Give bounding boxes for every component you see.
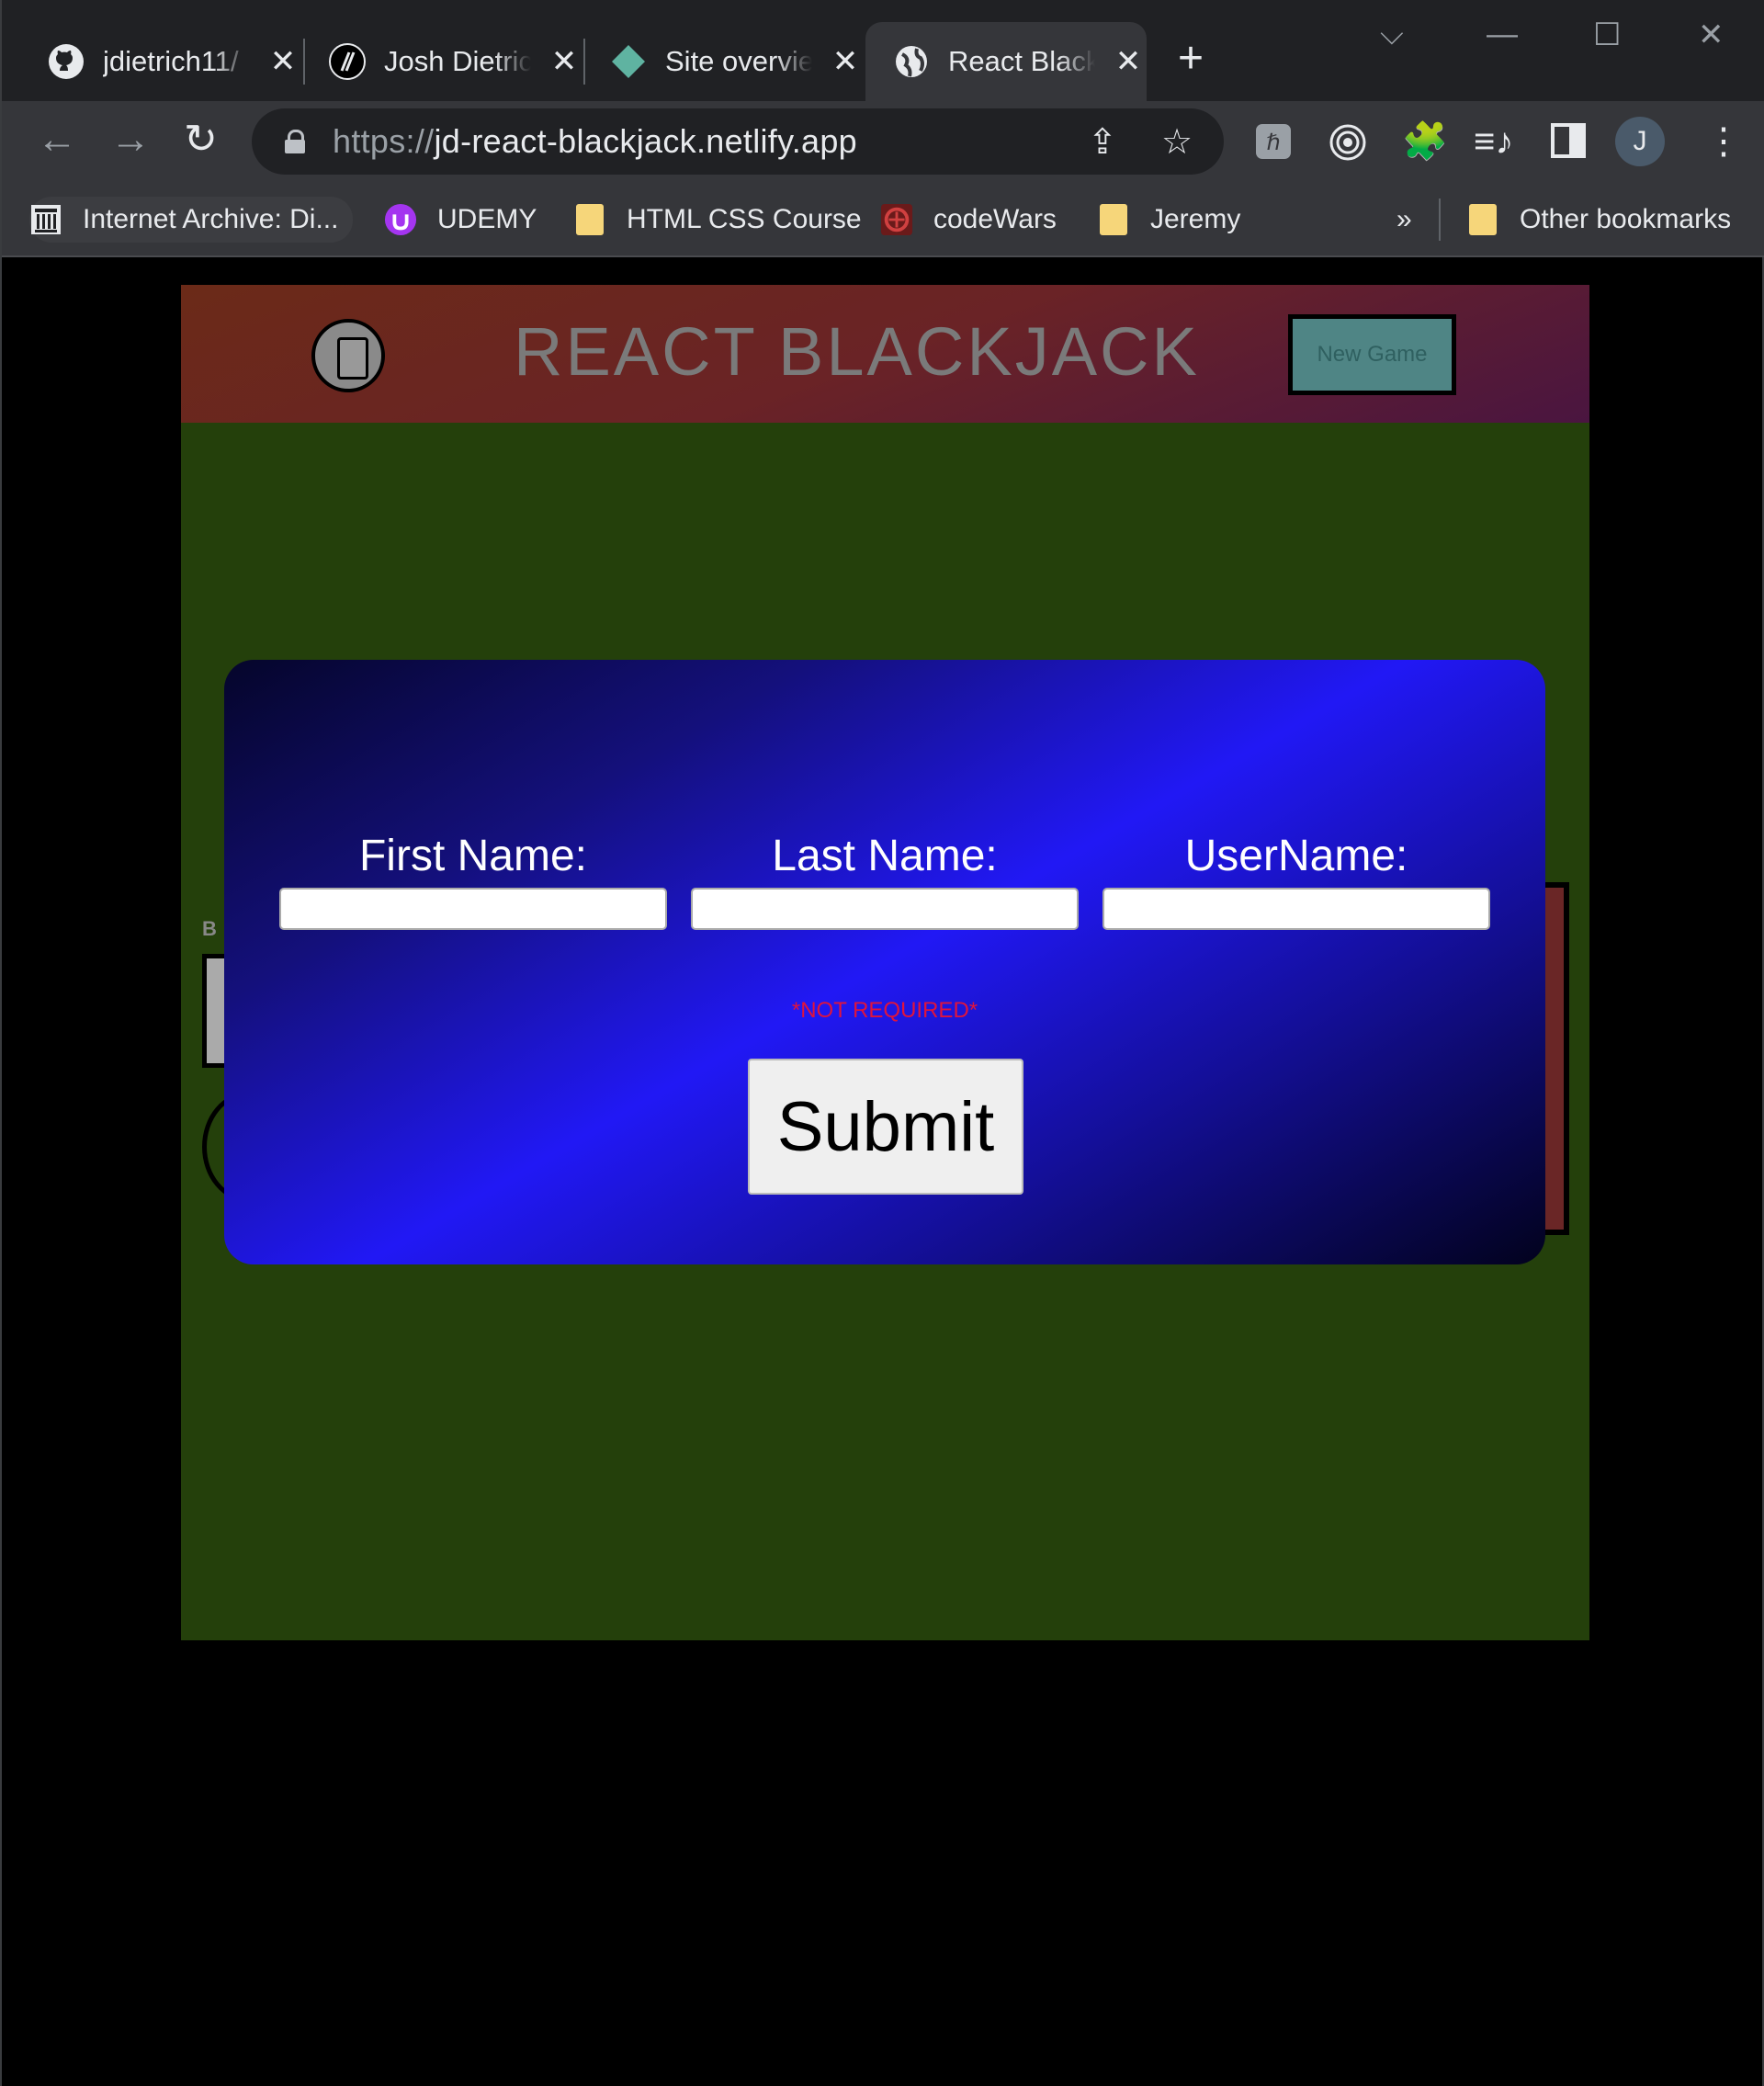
github-icon — [48, 43, 85, 80]
reload-icon[interactable]: ↻ — [184, 119, 218, 160]
back-icon[interactable]: ← — [37, 119, 77, 160]
tab-portfolio[interactable]: Josh Dietrich ✕ — [283, 22, 586, 101]
folder-icon — [573, 203, 606, 236]
tab-strip: jdietrich11/ ✕ Josh Dietrich ✕ Site over… — [2, 0, 1764, 101]
username-group: UserName: — [1102, 831, 1490, 930]
tab-search-icon[interactable]: ⌵ — [1380, 17, 1404, 52]
close-icon[interactable]: ✕ — [1112, 43, 1145, 80]
bookmark-jeremy[interactable]: Jeremy — [1097, 197, 1240, 243]
bookmark-divider — [1439, 198, 1441, 241]
submit-button[interactable]: Submit — [748, 1059, 1023, 1195]
lock-icon — [285, 130, 305, 153]
tab-title: jdietrich11/ — [103, 45, 239, 77]
netlify-icon — [610, 43, 647, 80]
bookmarks-overflow-button[interactable]: » — [1396, 197, 1412, 243]
bookmark-html-css-course[interactable]: HTML CSS Course — [573, 197, 862, 243]
bank-label: B — [202, 917, 217, 940]
minimize-icon[interactable]: — — [1487, 17, 1518, 52]
new-game-button[interactable]: New Game — [1288, 314, 1456, 395]
bookmark-label: HTML CSS Course — [627, 204, 862, 234]
extension-h-icon[interactable]: ℏ — [1255, 123, 1292, 168]
bookmark-codewars[interactable]: codeWars — [880, 197, 1057, 243]
username-input[interactable] — [1102, 888, 1490, 930]
not-required-note: *NOT REQUIRED* — [791, 998, 978, 1023]
tab-netlify[interactable]: Site overview ✕ — [564, 22, 867, 101]
archive-icon — [29, 203, 62, 236]
forward-icon[interactable]: → — [110, 119, 151, 160]
first-name-input[interactable] — [279, 888, 667, 930]
address-bar[interactable]: https://jd-react-blackjack.netlify.app ⇪… — [252, 108, 1224, 175]
codewars-icon — [880, 203, 913, 236]
share-icon[interactable]: ⇪ — [1088, 121, 1117, 163]
star-icon[interactable]: ☆ — [1161, 121, 1193, 163]
bookmarks-bar: Internet Archive: Di... UDEMY HTML CSS C… — [2, 184, 1764, 257]
tab-title: Josh Dietrich — [384, 45, 531, 77]
close-icon[interactable]: ✕ — [829, 43, 862, 80]
side-panel-icon[interactable] — [1551, 123, 1586, 166]
app-title: REACT BLACKJACK — [514, 313, 1200, 390]
last-name-input[interactable] — [691, 888, 1079, 930]
bookmark-label: Jeremy — [1150, 204, 1241, 234]
menu-dots-icon[interactable]: ⋮ — [1705, 121, 1742, 162]
tab-react-blackjack[interactable]: React Blackjack ✕ — [865, 22, 1147, 101]
cards-logo-icon — [311, 319, 385, 392]
browser-window: jdietrich11/ ✕ Josh Dietrich ✕ Site over… — [0, 0, 1764, 2086]
browser-toolbar: ← → ↻ https://jd-react-blackjack.netlify… — [2, 101, 1764, 184]
extensions-puzzle-icon[interactable]: 🧩 — [1402, 121, 1448, 162]
bookmark-udemy[interactable]: UDEMY — [384, 197, 537, 243]
new-tab-button[interactable]: + — [1178, 37, 1204, 81]
username-label: UserName: — [1184, 832, 1408, 880]
app-header: REACT BLACKJACK New Game — [181, 285, 1589, 423]
bookmark-internet-archive[interactable]: Internet Archive: Di... — [29, 197, 354, 243]
jd-logo-icon — [329, 43, 366, 80]
first-name-label: First Name: — [358, 832, 587, 880]
globe-icon — [893, 43, 930, 80]
udemy-icon — [384, 203, 417, 236]
maximize-icon[interactable]: ☐ — [1593, 17, 1621, 53]
media-queue-icon[interactable]: ≡♪ — [1474, 121, 1513, 162]
folder-icon — [1097, 203, 1130, 236]
bookmark-label: codeWars — [933, 204, 1057, 234]
last-name-label: Last Name: — [772, 832, 998, 880]
user-info-modal: First Name: Last Name: UserName: *NOT RE… — [224, 660, 1545, 1264]
svg-text:ℏ: ℏ — [1266, 130, 1280, 155]
tab-title: React Blackjack — [948, 45, 1095, 77]
card-area-edge — [1544, 882, 1569, 1235]
folder-icon — [1466, 203, 1499, 236]
profile-avatar[interactable]: J — [1615, 117, 1665, 166]
bookmark-label: Internet Archive: Di... — [83, 204, 339, 234]
tab-github[interactable]: jdietrich11/ ✕ — [2, 22, 305, 101]
tab-title: Site overview — [665, 45, 812, 77]
bookmark-other[interactable]: Other bookmarks — [1466, 197, 1731, 243]
bookmark-label: UDEMY — [437, 204, 537, 234]
url-text: https://jd-react-blackjack.netlify.app — [333, 122, 857, 160]
target-extension-icon[interactable] — [1329, 123, 1367, 170]
bookmark-label: Other bookmarks — [1520, 204, 1732, 234]
first-name-group: First Name: — [279, 831, 667, 930]
close-window-icon[interactable]: ✕ — [1698, 17, 1724, 53]
last-name-group: Last Name: — [691, 831, 1079, 930]
